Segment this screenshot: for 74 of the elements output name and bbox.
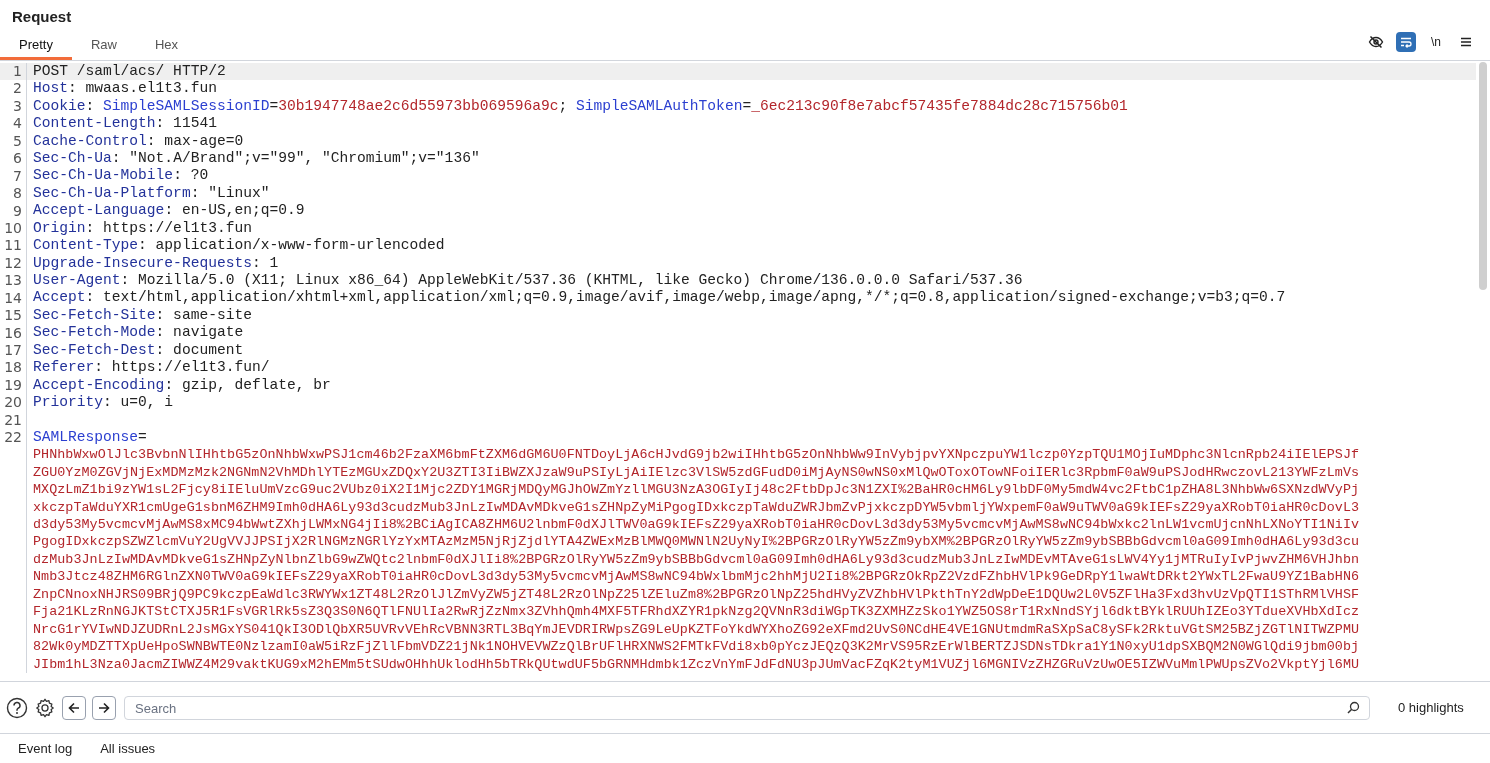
left-arrow-icon [67, 700, 81, 715]
line-number: 15 [4, 307, 22, 324]
right-arrow-icon [97, 700, 111, 715]
panel-title: Request [12, 8, 72, 25]
code-line: ZGU0YzM0ZGVjNjExMDMzMzk2NGNmN2VhMDhlYTEzMGUxZDQxY2U3ZTI3IiBWZXJzaW9uPSIyLjAiIElzc3VlSW5zdGFudD0iMjAyNS0wNS0xMlQwOToxOTowNFoiIERlc3RpbmF0aW9uPSJodHRwczovL213YWFzLmVs [33, 463, 1360, 482]
code-line: xkczpTaWduYXR1cmUgeG1sbnM6ZHM9Imh0dHA6Ly93d3cudzMub3JnLzIwMDAvMDkveG1sZHNpZyMiPgogIDxkczpTaWduZWRJbmZvPjxkczpDYW5vbmljYWxpemF0aW9uTWV0aG9kIEFsZ29yaXRobT0iaHR0cDovL3 [33, 498, 1360, 517]
line-number: 21 [4, 411, 22, 428]
code-line: Origin: https://el1t3.fun [33, 218, 252, 238]
help-icon[interactable] [6, 696, 28, 719]
line-number: 13 [4, 272, 22, 289]
code-line: PgogIDxkczpSZWZlcmVuY2UgVVJJPSIjX2RlNGMzNGRlYzYxMTAzMzM5NjRjZjdlYTA4ZWExMzBlMWQ0MWNlN2UyNyI%2BPGRzOlRyYW5zZm9ybXM%2BPGRzOlRyYW5zZm9ybSBBbGdvcml0aG09Imh0dHA6Ly93d3cu [33, 533, 1360, 552]
code-line: Sec-Ch-Ua-Mobile: ?0 [33, 166, 209, 186]
code-line: NrcG1rYVIwNDJZUDRnL2JsMGxYS041QkI3ODlQbXR5UVRvVEhRcVBNN3RTL3BqYmJEVDRIRWpsZG9LeUpKZTFoYkdWYXhoZG92eXFmd2UvS0NCdHE4VE1GNUtmdmRaSXpSaC8ySFk2RktuVGtSM25BZjZGTlNITWZPMU [33, 620, 1360, 639]
code-line: Accept-Language: en-US,en;q=0.9 [33, 201, 305, 221]
line-number: 4 [13, 115, 22, 132]
line-number: 12 [4, 254, 22, 271]
code-line: Sec-Fetch-Site: same-site [33, 305, 252, 325]
line-number: 6 [13, 150, 22, 167]
line-number: 5 [13, 132, 22, 149]
newline-toggle[interactable]: \n [1426, 32, 1446, 52]
code-line: JIbm1hL3Nza0JacmZIWWZ4M29vaktKUG9xM2hEMm5tSUdwOHhhUklodHh5bTRkQUtwdUF5bGRNMHdmbk1ZczVnYmFJdFdNU3pJUmVacFZqK2tyM1VUZjl6MGNIVzZHZGRuVzUwOE5IZWVuMmlPWUpsZVo2VkptYjl6MU [33, 655, 1360, 674]
code-line: Accept: text/html,application/xhtml+xml,application/xml;q=0.9,image/avif,image/webp,image/apng,*/*;q=0.8,application/signed-exchange;v=b3;q=0.7 [33, 288, 1286, 308]
code-line: Cache-Control: max-age=0 [33, 131, 244, 151]
code-line: Nmb3Jtcz48ZHM6RGlnZXN0TWV0aG9kIEFsZ29yaXRobT0iaHR0cDovL3d3dy53My5vcmcvMjAwMS8wNC94bWxlbmMjc2hhMjU2Ii8%2BPGRzOkRpZ2VzdFZhbHVlPk9GeDRpY1lwaWtDRkt2YWxTL2FwaU9YZ1BabHN6 [33, 568, 1360, 587]
bottom-tab[interactable]: All issues [100, 738, 156, 759]
code-line: Sec-Fetch-Dest: document [33, 340, 244, 360]
tab[interactable]: Hex [136, 32, 198, 60]
line-number: 1 [13, 63, 22, 79]
highlight-count: 0 highlights [1398, 698, 1464, 717]
search-icon [1347, 701, 1360, 714]
code-line: d3dy53My5vcmcvMjAwMS8xMC94bWwtZXhjLWMxNG4jIi8%2BCiAgICA8ZHM6U2lnbmF0dXJlTWV0aG9kIEFsZ29yaXRobT0iaHR0cDovL3d3dy53My5vcmcvMjAwMS8wNC94bWxkc2lnLW1vcmUjcnNhLXNoYTI1NiIv [33, 516, 1360, 535]
scrollbar-thumb[interactable] [1479, 62, 1487, 290]
code-line: User-Agent: Mozilla/5.0 (X11; Linux x86_64) AppleWebKit/537.36 (KHTML, like Gecko) Chrome/136.0.0.0 Safari/537.36 [33, 271, 1023, 290]
code-line: Accept-Encoding: gzip, deflate, br [33, 375, 331, 395]
code-line: 82Wk0yMDZTTXpUeHpoSWNBWTE0NzlzamI0aW5iRzFjZllFbmVDZ21jNk1NOHVEVWZzQlBrUFlHRXNWS2FMTkFVdi8xb0pYczJEQzQ3K2MrVS95RzErWlBERTZJSDNsTDkra1Y1N0xyU1dpSXBQM2N0WGlQdi9jbm00bj [33, 638, 1360, 657]
code-line: Priority: u=0, i [33, 393, 174, 413]
line-number: 2 [13, 80, 22, 97]
code-line: Upgrade-Insecure-Requests: 1 [33, 253, 279, 273]
line-number: 11 [4, 237, 22, 254]
line-number: 14 [4, 289, 22, 306]
tab[interactable]: Pretty [0, 32, 72, 60]
search-field[interactable]: Search [124, 696, 1370, 720]
code-line: Fja21KLzRnNGJKTStCTXJ5R1FsVGRlRk5sZ3Q3S0N6QTlFNUlIa2RwRjZzNmx3ZVhhQmh4MXF5TFRhdXZYR1pkNzg2QVNnR3diWGpTK3ZXMHZzSko1YWZ5OS8rT1RxNndSYjl6dktBYklRUUhIZEo3YTdueXVHbXdIcz [33, 603, 1360, 622]
bottom-tab[interactable]: Event log [18, 738, 73, 759]
code-line: Host: mwaas.el1t3.fun [33, 79, 217, 99]
code-line: Cookie: SimpleSAMLSessionID=30b1947748ae2c6d55973bb069596a9c; SimpleSAMLAuthToken=_6ec213c90f8e7abcf57435fe7884dc28c715756b01 [33, 96, 1128, 116]
code-line: PHNhbWxwOlJlc3BvbnNlIHhtbG5zOnNhbWxwPSJ1cm46b2FzaXM6bmFtZXM6dGM6U0FNTDoyLjA6cHJvdG9jb2wiIHhtbG5zOnNhbWw9InVybjpvYXNpczpuYW1lczp0YzpTQU1MOjIuMDphc3NlcnRpb24iIElEPSJf [33, 446, 1360, 465]
line-number: 7 [13, 167, 22, 184]
line-number: 3 [13, 97, 22, 114]
code-line: Content-Type: application/x-www-form-urlencoded [33, 236, 445, 256]
code-line: MXQzLmZ1bi9zYW1sL2Fjcy8iIEluUmVzcG9uc2VUbz0iX2I1Mjc2ZDY1MGRjMDQyMGJhOWZmYzllMGU3NzA3OGIyIj48c2FtbDpJc3N1ZXI%2BaHR0cHM6Ly9lbDF0My5mdW4vc2FtbC1pZHA8L3NhbWw6SXNzdWVyPj [33, 481, 1360, 500]
code-line: Sec-Fetch-Mode: navigate [33, 323, 244, 343]
code-line: ZnpCNnoxNHJRS09BRjQ9PC9kczpEaWdlc3RWYWx1ZT48L2RzOlJlZmVyZW5jZT48L2RzOlNpZ25lZEluZm8%2BPGRzOlNpZ25hdHVyZVZhbHVlPkthTnY2dWpDeE1DQUw2L0V5ZFlHa3Fxd3hvUzVpQTI1SThRMlVHSF [33, 585, 1360, 604]
code-line: Sec-Ch-Ua: "Not.A/Brand";v="99", "Chromium";v="136" [33, 148, 480, 168]
code-line: Referer: https://el1t3.fun/ [33, 358, 270, 378]
back-button[interactable] [62, 695, 86, 720]
line-number: 8 [13, 185, 22, 202]
code-line: dzMub3JnLzIwMDAvMDkveG1sZHNpZyNlbnZlbG9wZWQtc2lnbmF0dXJlIi8%2BPGRzOlRyYW5zZm9ybSBBbGdvcml0aG09Imh0dHA6Ly93d3cudzMub3JnLzIwMDEvMTAveG1sLWV4Yy1jMTRuIyIvPjwvZHM6VHJhbn [33, 550, 1360, 569]
line-number: 9 [13, 202, 22, 219]
code-line: Content-Length: 11541 [33, 114, 217, 134]
code-line: SAMLResponse= [33, 427, 147, 447]
wrap-lines-icon[interactable] [1396, 32, 1416, 52]
line-number: 19 [4, 376, 22, 393]
line-number: 10 [4, 219, 22, 236]
tab[interactable]: Raw [71, 32, 136, 60]
line-number: 16 [4, 324, 22, 341]
line-number: 18 [4, 359, 22, 376]
code-line: POST /saml/acs/ HTTP/2 [33, 61, 226, 81]
forward-button[interactable] [92, 695, 116, 720]
line-number: 22 [4, 429, 22, 446]
code-line: Sec-Ch-Ua-Platform: "Linux" [33, 183, 270, 203]
line-number: 20 [4, 394, 22, 411]
settings-icon[interactable] [34, 696, 56, 719]
line-number: 17 [4, 342, 22, 358]
